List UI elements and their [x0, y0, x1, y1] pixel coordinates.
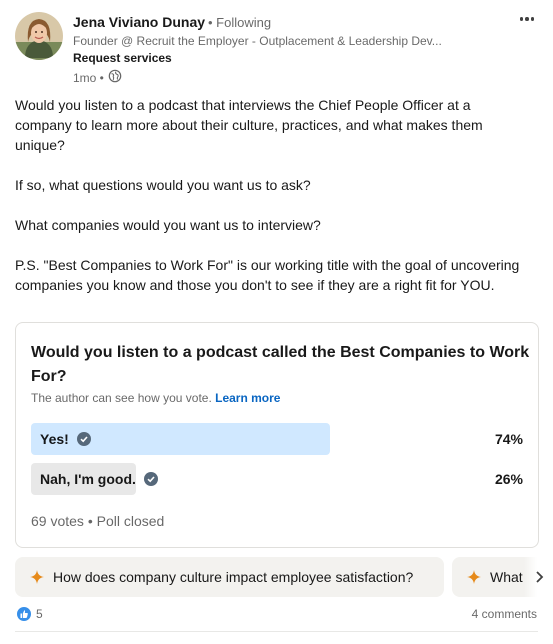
globe-icon	[108, 69, 122, 86]
poll-option-label: Nah, I'm good.	[40, 471, 136, 487]
poll-footer: 69 votes • Poll closed	[31, 513, 164, 529]
author-headline: Founder @ Recruit the Employer - Outplac…	[73, 34, 442, 48]
author-avatar[interactable]	[15, 12, 63, 60]
more-dot	[530, 17, 535, 21]
poll-note: The author can see how you vote. Learn m…	[31, 391, 280, 405]
sparkle-icon	[467, 570, 481, 584]
learn-more-link[interactable]: Learn more	[215, 391, 280, 405]
check-icon	[143, 472, 158, 486]
more-horizontal-icon	[519, 17, 524, 21]
post-paragraph: P.S. "Best Companies to Work For" is our…	[15, 257, 520, 293]
poll-card: Would you listen to a podcast called the…	[15, 322, 539, 548]
poll-option-label-wrap: Nah, I'm good.	[40, 463, 158, 495]
more-dot	[525, 17, 529, 21]
poll-option-label-wrap: Yes!	[40, 423, 91, 455]
poll-question: Would you listen to a podcast called the…	[31, 344, 530, 385]
author-name[interactable]: Jena Viviano Dunay	[73, 14, 205, 30]
reaction-count: 5	[36, 607, 43, 621]
ai-prompt-chip[interactable]: How does company culture impact employee…	[15, 557, 444, 597]
request-services-link[interactable]: Request services	[73, 51, 172, 65]
poll-option-label: Yes!	[40, 431, 69, 447]
post-paragraph: If so, what questions would you want us …	[15, 177, 311, 193]
poll-visibility-note: The author can see how you vote.	[31, 391, 212, 405]
like-reaction-icon	[16, 606, 32, 622]
reactions-count[interactable]: 5	[16, 606, 43, 622]
post-paragraph: What companies would you want us to inte…	[15, 217, 321, 233]
poll-option-percent: 74%	[494, 431, 523, 447]
check-icon	[76, 432, 91, 446]
poll-option-percent: 26%	[494, 471, 523, 487]
sparkle-icon	[30, 570, 44, 584]
poll-option-nah: Nah, I'm good. 26%	[31, 463, 523, 495]
poll-votes[interactable]: 69 votes	[31, 513, 84, 529]
post-meta: 1mo •	[73, 69, 122, 86]
post-paragraph: Would you listen to a podcast that inter…	[15, 97, 483, 153]
follow-status: • Following	[208, 15, 272, 30]
chip-scroll-next-button[interactable]	[524, 557, 553, 597]
comments-count[interactable]: 4 comments	[472, 607, 537, 621]
post-text: Would you listen to a podcast that inter…	[15, 95, 530, 295]
poll-option-yes: Yes! 74%	[31, 423, 523, 455]
chevron-right-icon	[535, 571, 543, 583]
divider	[15, 631, 538, 632]
more-options-button[interactable]	[516, 10, 538, 28]
post-time: 1mo •	[73, 70, 104, 85]
poll-status: • Poll closed	[87, 513, 165, 529]
ai-prompt-text: What	[490, 569, 523, 585]
ai-prompt-text: How does company culture impact employee…	[53, 569, 414, 585]
